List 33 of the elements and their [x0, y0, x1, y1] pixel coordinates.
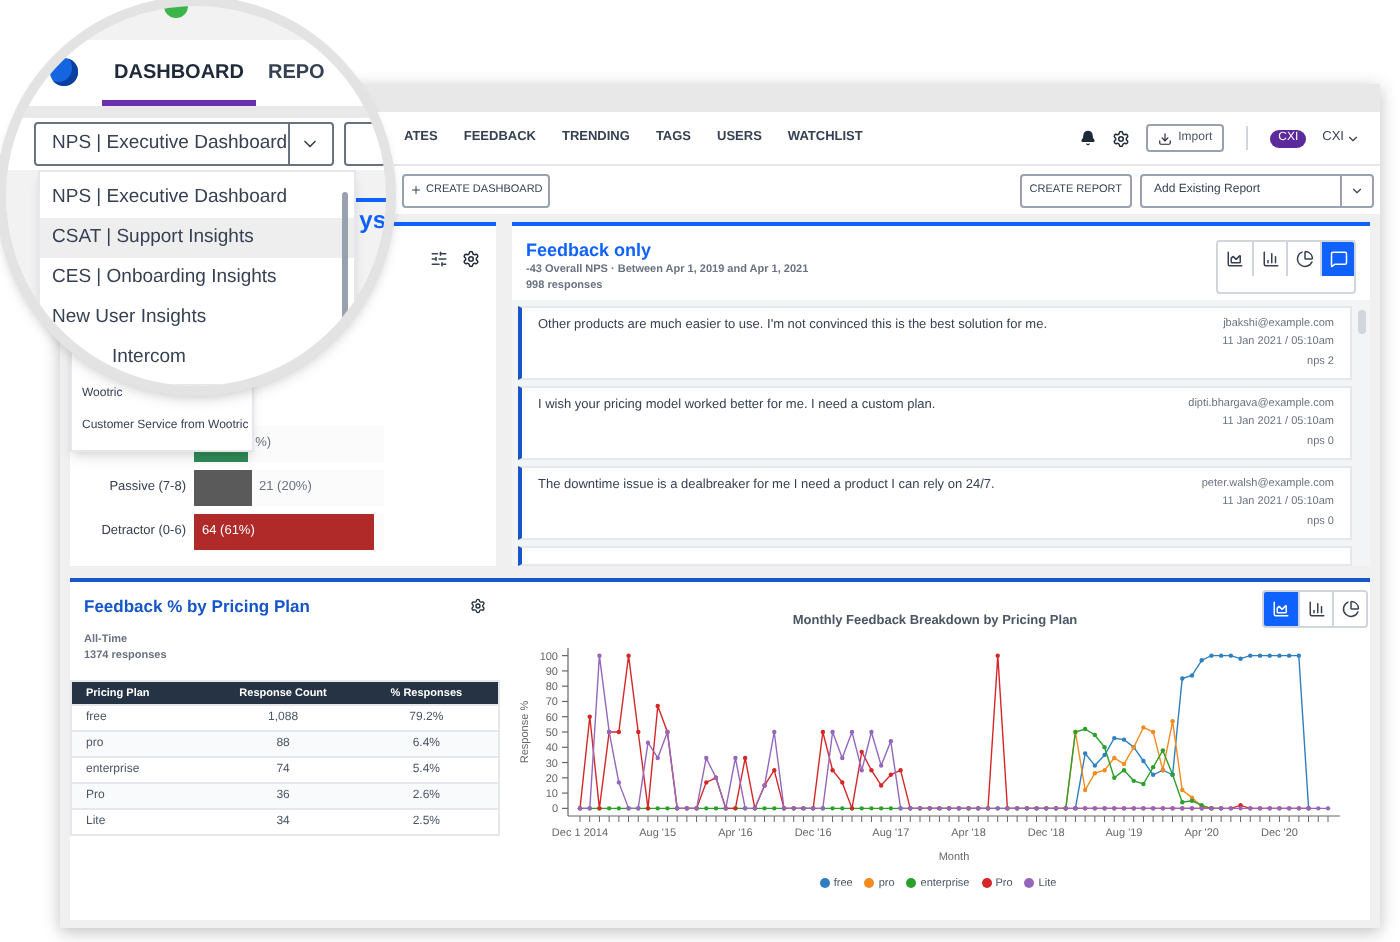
- settings-icon[interactable]: [1112, 129, 1131, 147]
- pie-chart-icon: [1341, 600, 1359, 618]
- dashboard-option[interactable]: Intercom: [40, 338, 354, 378]
- chevron-down-icon: [1350, 183, 1364, 197]
- view-toggle-button[interactable]: [1320, 242, 1354, 276]
- panel-title: Feedback only: [526, 240, 654, 262]
- dashboard-option[interactable]: New User Insights: [40, 298, 354, 338]
- pie-chart-icon: [1295, 250, 1313, 268]
- dashboard-option[interactable]: NPS | Executive Dashboard: [40, 178, 354, 218]
- area-chart-icon: [1226, 250, 1244, 268]
- dashboard-option[interactable]: CES | Onboarding Insights: [40, 258, 354, 298]
- view-toggle-button[interactable]: [1286, 242, 1320, 276]
- panel-title: Feedback % by Pricing Plan: [84, 594, 310, 620]
- dashboard-select[interactable]: NPS | Executive Dashboard: [34, 122, 334, 167]
- settings-icon[interactable]: [462, 250, 480, 268]
- logo-mark-icon: [164, 6, 188, 18]
- bar-chart-icon: [1261, 250, 1279, 268]
- download-icon: [1158, 131, 1173, 145]
- dashboard-option[interactable]: CSAT | Support Insights: [40, 218, 354, 258]
- scrollbar[interactable]: [1358, 310, 1366, 334]
- bar-chart-icon: [1307, 600, 1325, 618]
- plus-icon: [410, 184, 422, 196]
- view-toggle-button[interactable]: [1264, 592, 1298, 626]
- settings-icon[interactable]: [470, 598, 486, 614]
- notification-bell-icon[interactable]: [1080, 130, 1097, 146]
- filter-icon[interactable]: [430, 250, 448, 268]
- area-chart-icon: [1272, 600, 1290, 618]
- nav-tab[interactable]: REPO: [256, 46, 337, 107]
- caret-icon: [1346, 131, 1360, 145]
- logo-icon: [50, 58, 78, 87]
- panel-title: ys: [357, 204, 386, 238]
- comment-icon: [1329, 250, 1347, 268]
- view-toggle-button[interactable]: [1332, 592, 1366, 626]
